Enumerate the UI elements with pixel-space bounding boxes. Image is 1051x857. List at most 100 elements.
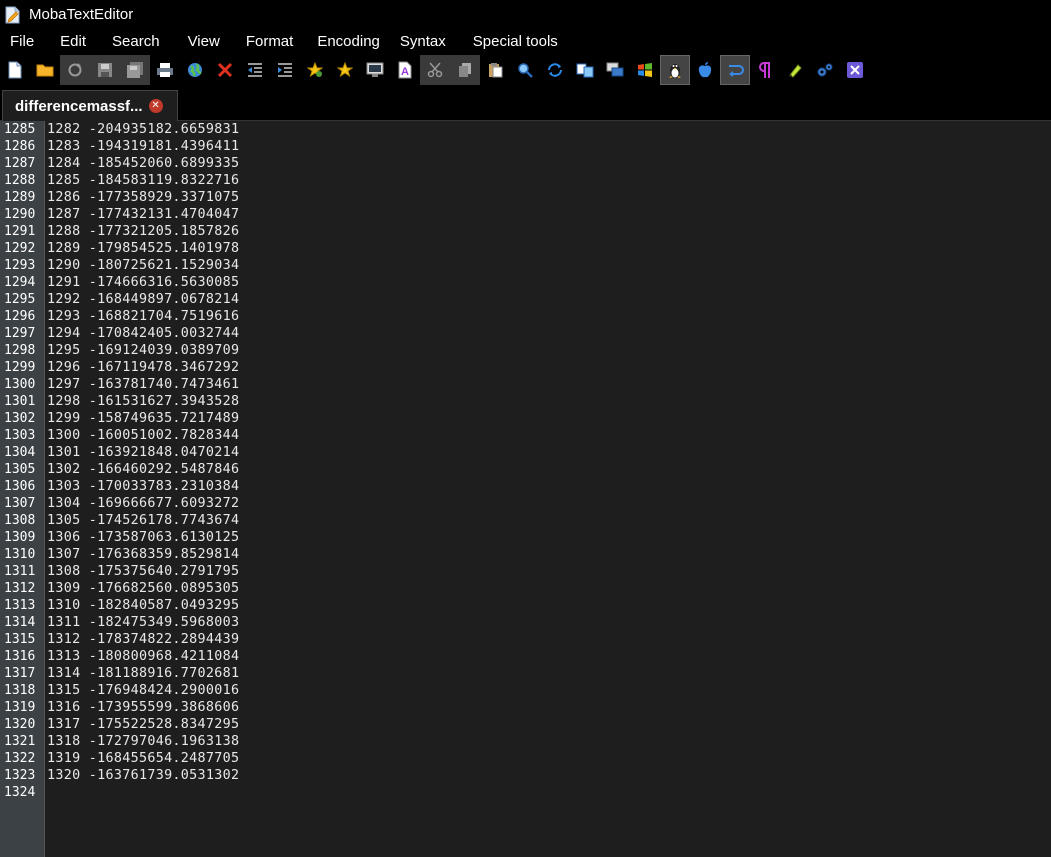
code-line[interactable]: 1305 -174526178.7743674 xyxy=(47,512,239,529)
settings-button[interactable] xyxy=(810,55,840,85)
code-line[interactable]: 1285 -184583119.8322716 xyxy=(47,172,239,189)
code-line[interactable]: 1308 -175375640.2791795 xyxy=(47,563,239,580)
code-line[interactable]: 1315 -176948424.2900016 xyxy=(47,682,239,699)
reload-button[interactable] xyxy=(60,55,90,85)
code-line[interactable]: 1292 -168449897.0678214 xyxy=(47,291,239,308)
code-line[interactable]: 1311 -182475349.5968003 xyxy=(47,614,239,631)
code-line[interactable]: 1284 -185452060.6899335 xyxy=(47,155,239,172)
windows-button[interactable] xyxy=(600,55,630,85)
tab-bar: differencemassf... ✕ xyxy=(0,88,1051,121)
paste-button[interactable] xyxy=(480,55,510,85)
line-number: 1317 xyxy=(4,666,36,681)
code-line[interactable]: 1318 -172797046.1963138 xyxy=(47,733,239,750)
bookmark-button[interactable] xyxy=(330,55,360,85)
code-line[interactable]: 1282 -204935182.6659831 xyxy=(47,121,239,138)
save-button[interactable] xyxy=(90,55,120,85)
linux-button[interactable] xyxy=(660,55,690,85)
code-line[interactable]: 1316 -173955599.3868606 xyxy=(47,699,239,716)
menu-syntax[interactable]: Syntax xyxy=(400,33,446,50)
cut-button[interactable] xyxy=(420,55,450,85)
open-folder-button[interactable] xyxy=(30,55,60,85)
bookmark-add-button[interactable] xyxy=(300,55,330,85)
window-title: MobaTextEditor xyxy=(29,6,134,23)
replace-button[interactable] xyxy=(540,55,570,85)
menu-view[interactable]: View xyxy=(188,33,220,50)
code-line[interactable]: 1291 -174666316.5630085 xyxy=(47,274,239,291)
code-line[interactable] xyxy=(47,784,239,801)
bookmark-add-icon xyxy=(307,62,323,78)
find-button[interactable] xyxy=(510,55,540,85)
web-preview-button[interactable] xyxy=(180,55,210,85)
line-number-gutter: 1285 1286 1287 1288 1289 1290 1291 1292 1293 1294… xyxy=(0,121,45,857)
code-line[interactable]: 1319 -168455654.2487705 xyxy=(47,750,239,767)
code-line[interactable]: 1313 -180800968.4211084 xyxy=(47,648,239,665)
code-line[interactable]: 1309 -176682560.0895305 xyxy=(47,580,239,597)
code-area[interactable]: 1282 -204935182.6659831 1283 -194319181.4… xyxy=(47,121,239,801)
code-line[interactable]: 1299 -158749635.7217489 xyxy=(47,410,239,427)
code-line[interactable]: 1300 -160051002.7828344 xyxy=(47,427,239,444)
code-line[interactable]: 1306 -173587063.6130125 xyxy=(47,529,239,546)
code-line[interactable]: 1320 -163761739.0531302 xyxy=(47,767,239,784)
code-line[interactable]: 1286 -177358929.3371075 xyxy=(47,189,239,206)
apple-button[interactable] xyxy=(690,55,720,85)
screen-icon xyxy=(366,62,384,77)
menu-search[interactable]: Search xyxy=(112,33,160,50)
code-line[interactable]: 1296 -167119478.3467292 xyxy=(47,359,239,376)
code-line[interactable]: 1297 -163781740.7473461 xyxy=(47,376,239,393)
compare-button[interactable] xyxy=(570,55,600,85)
unindent-button[interactable] xyxy=(240,55,270,85)
code-line[interactable]: 1294 -170842405.0032744 xyxy=(47,325,239,342)
indent-icon xyxy=(278,63,292,77)
line-number: 1302 xyxy=(4,411,36,426)
code-line[interactable]: 1298 -161531627.3943528 xyxy=(47,393,239,410)
line-number: 1314 xyxy=(4,615,36,630)
pilcrow-button[interactable] xyxy=(750,55,780,85)
line-number: 1285 xyxy=(4,122,36,137)
code-line[interactable]: 1317 -175522528.8347295 xyxy=(47,716,239,733)
tab-file[interactable]: differencemassf... ✕ xyxy=(2,90,178,121)
highlight-button[interactable] xyxy=(780,55,810,85)
code-line[interactable]: 1293 -168821704.7519616 xyxy=(47,308,239,325)
new-file-button[interactable] xyxy=(0,55,30,85)
copy-button[interactable] xyxy=(450,55,480,85)
line-number: 1315 xyxy=(4,632,36,647)
word-wrap-button[interactable] xyxy=(720,55,750,85)
pilcrow-icon xyxy=(759,62,770,78)
code-line[interactable]: 1310 -182840587.0493295 xyxy=(47,597,239,614)
code-line[interactable]: 1304 -169666677.6093272 xyxy=(47,495,239,512)
code-line[interactable]: 1307 -176368359.8529814 xyxy=(47,546,239,563)
code-line[interactable]: 1302 -166460292.5487846 xyxy=(47,461,239,478)
code-line[interactable]: 1290 -180725621.1529034 xyxy=(47,257,239,274)
windows-logo-icon xyxy=(638,63,652,77)
close-x-button[interactable] xyxy=(840,55,870,85)
code-line[interactable]: 1289 -179854525.1401978 xyxy=(47,240,239,257)
line-number: 1318 xyxy=(4,683,36,698)
code-line[interactable]: 1301 -163921848.0470214 xyxy=(47,444,239,461)
font-button[interactable]: A xyxy=(390,55,420,85)
save-all-button[interactable] xyxy=(120,55,150,85)
line-number: 1290 xyxy=(4,207,36,222)
code-line[interactable]: 1312 -178374822.2894439 xyxy=(47,631,239,648)
line-number: 1306 xyxy=(4,479,36,494)
menu-encoding[interactable]: Encoding xyxy=(317,33,380,50)
title-bar: MobaTextEditor xyxy=(0,0,1051,29)
menu-special-tools[interactable]: Special tools xyxy=(473,33,558,50)
menu-edit[interactable]: Edit xyxy=(60,33,86,50)
code-line[interactable]: 1314 -181188916.7702681 xyxy=(47,665,239,682)
code-line[interactable]: 1303 -170033783.2310384 xyxy=(47,478,239,495)
menu-format[interactable]: Format xyxy=(246,33,294,50)
text-editor[interactable]: 1285 1286 1287 1288 1289 1290 1291 1292 1293 1294… xyxy=(0,121,1051,857)
close-file-button[interactable] xyxy=(210,55,240,85)
windows-logo-button[interactable] xyxy=(630,55,660,85)
print-button[interactable] xyxy=(150,55,180,85)
tab-close-icon[interactable]: ✕ xyxy=(148,99,163,113)
screen-button[interactable] xyxy=(360,55,390,85)
code-line[interactable]: 1287 -177432131.4704047 xyxy=(47,206,239,223)
code-line[interactable]: 1288 -177321205.1857826 xyxy=(47,223,239,240)
code-line[interactable]: 1295 -169124039.0389709 xyxy=(47,342,239,359)
line-number: 1287 xyxy=(4,156,36,171)
menu-file[interactable]: File xyxy=(10,33,34,50)
line-number: 1308 xyxy=(4,513,36,528)
code-line[interactable]: 1283 -194319181.4396411 xyxy=(47,138,239,155)
indent-button[interactable] xyxy=(270,55,300,85)
